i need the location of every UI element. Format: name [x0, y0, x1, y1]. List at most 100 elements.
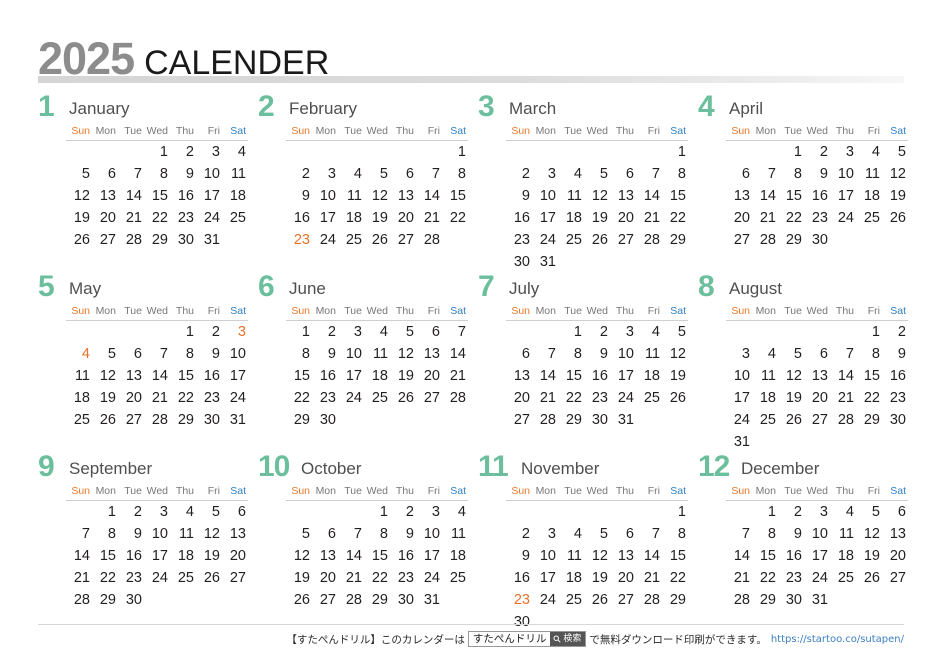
day-cell-empty	[416, 141, 442, 164]
day-cell: 8	[159, 166, 168, 182]
day-cell: 13	[125, 368, 142, 384]
weekday-header-wed: Wed	[364, 303, 390, 321]
day-cell: 11	[74, 368, 90, 384]
week-row: 19 20 21 22 23 24 25	[286, 567, 468, 589]
day-cell-empty	[558, 501, 584, 524]
weekday-header-sat: Sat	[222, 303, 248, 321]
day-cell-empty	[726, 141, 752, 164]
month-header: 8 August	[698, 272, 918, 302]
day-cell: 21	[837, 390, 854, 406]
month-name: November	[521, 459, 600, 478]
day-cell: 24	[539, 232, 556, 248]
weekday-header-row: Sun Mon Tue Wed Thu Fri Sat	[726, 123, 908, 141]
day-cell: 15	[759, 548, 776, 564]
day-cell-empty	[312, 141, 338, 164]
day-cell: 10	[345, 346, 362, 362]
day-cell: 22	[669, 570, 686, 586]
week-row: 9 10 11 12 13 14 15	[506, 185, 688, 207]
day-cell: 21	[449, 368, 466, 384]
weekday-header-wed: Wed	[144, 303, 170, 321]
day-cell-empty	[636, 251, 662, 273]
search-box[interactable]: すたぺんドリル 検索	[467, 631, 587, 647]
day-cell-empty	[584, 501, 610, 524]
week-row: 23 24 25 26 27 28 29	[506, 229, 688, 251]
day-cell: 2	[327, 324, 336, 340]
search-input[interactable]: すたぺんドリル	[469, 632, 551, 646]
day-cell: 30	[319, 412, 336, 428]
day-cell: 25	[837, 570, 854, 586]
day-cell-empty	[170, 589, 196, 611]
day-cell: 19	[785, 390, 802, 406]
day-cell: 22	[785, 210, 802, 226]
day-cell-empty	[532, 321, 558, 344]
day-cell: 19	[99, 390, 116, 406]
day-cell: 16	[177, 188, 194, 204]
day-cell: 5	[301, 526, 310, 542]
day-cell: 9	[819, 166, 828, 182]
weekday-header-wed: Wed	[804, 303, 830, 321]
day-cell: 13	[99, 188, 116, 204]
day-cell: 11	[230, 166, 246, 182]
day-cell-empty	[636, 409, 662, 431]
day-cell: 24	[617, 390, 634, 406]
search-button[interactable]: 検索	[550, 632, 586, 646]
day-cell: 28	[643, 592, 660, 608]
day-cell-empty	[830, 229, 856, 251]
day-cell: 8	[677, 166, 686, 182]
day-cell: 27	[617, 592, 634, 608]
weekday-header-mon: Mon	[532, 303, 558, 321]
day-cell: 13	[397, 188, 414, 204]
day-cell: 21	[151, 390, 168, 406]
weekday-header-sat: Sat	[442, 483, 468, 501]
day-cell: 28	[733, 592, 750, 608]
day-cell: 12	[591, 548, 608, 564]
weekday-header-sat: Sat	[662, 483, 688, 501]
day-cell: 4	[573, 526, 582, 542]
week-row: 1 2 3 4	[66, 141, 248, 164]
day-cell: 21	[643, 210, 660, 226]
footer-url-link[interactable]: https://startoo.co/sutapen/	[771, 634, 904, 645]
day-cell: 22	[863, 390, 880, 406]
weekday-header-sun: Sun	[66, 483, 92, 501]
day-cell-empty	[662, 409, 688, 431]
day-cell-empty	[338, 409, 364, 431]
day-cell: 7	[741, 526, 750, 542]
month-header: 4 April	[698, 92, 918, 122]
day-cell: 19	[203, 548, 220, 564]
month-block-september: 9 September Sun Mon Tue Wed Thu Fri Sat 1 2 3 4 5 6 7 8 9…	[38, 452, 258, 632]
day-cell-empty	[66, 321, 92, 344]
weekday-header-thu: Thu	[830, 483, 856, 501]
day-cell-empty	[312, 501, 338, 524]
day-cell: 6	[405, 166, 414, 182]
day-cell: 6	[625, 526, 634, 542]
day-cell: 23	[125, 570, 142, 586]
day-cell: 11	[346, 188, 362, 204]
day-cell-empty	[882, 589, 908, 611]
day-cell: 1	[677, 504, 686, 520]
day-cell-empty	[222, 589, 248, 611]
weekday-header-fri: Fri	[416, 483, 442, 501]
day-cell: 2	[793, 504, 802, 520]
day-cell-empty	[144, 589, 170, 611]
day-cell: 9	[185, 166, 194, 182]
day-cell: 7	[353, 526, 362, 542]
day-cell: 28	[151, 412, 168, 428]
day-cell: 5	[211, 504, 220, 520]
day-cell: 3	[819, 504, 828, 520]
day-cell: 7	[133, 166, 142, 182]
day-cell: 18	[643, 368, 660, 384]
week-row: 22 23 24 25 26 27 28	[286, 387, 468, 409]
week-row: 19 20 21 22 23 24 25	[66, 207, 248, 229]
day-cell-empty	[118, 321, 144, 344]
day-cell: 26	[293, 592, 310, 608]
week-row: 26 27 28 29 30 31	[66, 229, 248, 251]
month-header: 7 July	[478, 272, 698, 302]
day-cell: 23	[785, 570, 802, 586]
day-cell: 27	[125, 412, 142, 428]
weekday-header-row: Sun Mon Tue Wed Thu Fri Sat	[726, 483, 908, 501]
month-block-may: 5 May Sun Mon Tue Wed Thu Fri Sat 1 2 3 4 5 6 7 8 9 10 11 12…	[38, 272, 258, 452]
day-cell: 4	[457, 504, 466, 520]
week-row: 21 22 23 24 25 26 27	[66, 567, 248, 589]
weekday-header-wed: Wed	[584, 483, 610, 501]
weekday-header-thu: Thu	[610, 123, 636, 141]
